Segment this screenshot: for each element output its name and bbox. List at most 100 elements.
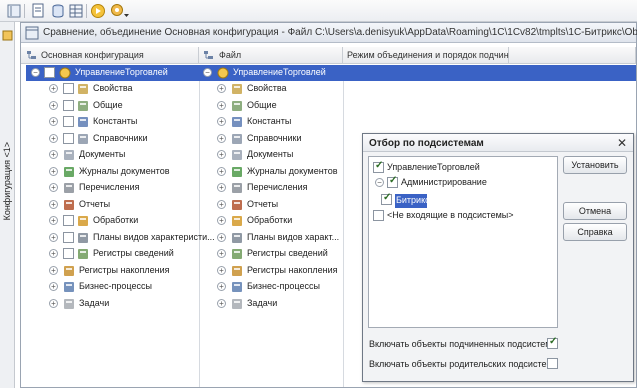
tree-root-right[interactable]: − УправлениеТорговлей	[203, 65, 343, 81]
properties-icon	[77, 83, 89, 95]
expand-icon[interactable]: +	[217, 232, 226, 242]
help-button[interactable]: Справка	[563, 223, 627, 241]
tree-item-label: Общие	[247, 99, 277, 110]
expand-icon[interactable]: +	[49, 216, 58, 225]
tree-row[interactable]: + Перечисления	[49, 180, 189, 196]
reports-icon	[63, 199, 75, 211]
item-checkbox[interactable]	[63, 215, 74, 226]
tree-item-label: Отчеты	[79, 198, 111, 209]
tree-row[interactable]: + Перечисления	[217, 180, 357, 196]
item-checkbox[interactable]	[63, 83, 74, 94]
expand-icon[interactable]: +	[217, 100, 226, 110]
item-checkbox[interactable]	[63, 248, 74, 259]
expand-icon[interactable]: +	[217, 265, 226, 275]
include-parent-checkbox[interactable]	[547, 358, 558, 369]
include-subordinate-checkbox[interactable]	[547, 336, 558, 349]
set-button[interactable]: Установить	[563, 156, 627, 174]
collapse-icon[interactable]: −	[375, 178, 384, 187]
tree-row[interactable]: + Свойства	[217, 81, 357, 97]
root-checkbox[interactable]	[44, 67, 55, 78]
tree-row[interactable]: + Планы видов характеристи...	[49, 230, 215, 246]
side-panel[interactable]: Конфигурация <1>	[0, 22, 15, 388]
expand-icon[interactable]: +	[217, 199, 226, 209]
expand-icon[interactable]: +	[49, 84, 58, 93]
tree-row[interactable]: + Задачи	[217, 296, 357, 312]
expand-icon[interactable]: +	[217, 183, 226, 192]
document-icon[interactable]	[30, 3, 46, 19]
collapse-icon[interactable]: −	[31, 68, 40, 77]
expand-icon[interactable]: +	[217, 249, 226, 258]
tree-row[interactable]: + Константы	[217, 114, 357, 130]
tree-row[interactable]: + Журналы документов	[49, 164, 189, 180]
tree-root-left[interactable]: − УправлениеТорговлей	[31, 65, 201, 81]
expand-icon[interactable]: +	[49, 265, 58, 275]
column-header-merge[interactable]: Режим объединения и порядок подчин...	[343, 47, 516, 64]
expand-icon[interactable]: +	[49, 183, 58, 192]
expand-icon[interactable]: +	[217, 117, 226, 126]
compare-window: Сравнение, объединение Основная конфигур…	[20, 22, 637, 388]
panel-icon[interactable]	[6, 3, 22, 19]
tree-row[interactable]: + Регистры накопления	[49, 263, 189, 279]
item-checkbox[interactable]	[63, 116, 74, 127]
expand-icon[interactable]: +	[49, 199, 58, 209]
cancel-button[interactable]: Отмена	[563, 202, 627, 220]
tree-row[interactable]: + Свойства	[49, 81, 189, 97]
expand-icon[interactable]: +	[217, 166, 226, 176]
expand-icon[interactable]: +	[49, 117, 58, 126]
tree-item-label: Регистры сведений	[247, 248, 328, 258]
tree-row[interactable]: + Регистры сведений	[217, 246, 357, 262]
expand-icon[interactable]: +	[217, 216, 226, 225]
tree-row[interactable]: + Бизнес-процессы	[217, 279, 357, 295]
accum-registers-icon	[63, 265, 75, 277]
tree-row[interactable]: + Обработки	[49, 213, 189, 229]
database-icon[interactable]	[50, 3, 66, 19]
tree-row[interactable]: + Задачи	[49, 296, 189, 312]
subsystem-tree[interactable]: УправлениеТорговлей − Администрирование …	[368, 156, 558, 328]
expand-icon[interactable]: +	[217, 282, 226, 291]
close-icon[interactable]: ✕	[617, 136, 627, 150]
expand-icon[interactable]: +	[49, 282, 58, 291]
expand-icon[interactable]: +	[49, 100, 58, 110]
expand-icon[interactable]: +	[49, 166, 58, 176]
expand-icon[interactable]: +	[49, 249, 58, 258]
tree-row[interactable]: + Отчеты	[217, 197, 357, 213]
tree-row[interactable]: + Общие	[217, 98, 357, 114]
tree-row[interactable]: + Планы видов характ...	[217, 230, 357, 246]
expand-icon[interactable]: +	[217, 84, 226, 93]
expand-icon[interactable]: +	[49, 133, 58, 143]
subsystem-admin-checkbox[interactable]	[387, 175, 398, 188]
tree-row[interactable]: + Обработки	[217, 213, 357, 229]
grid-icon[interactable]	[68, 3, 84, 19]
chart-types-icon	[231, 232, 243, 244]
subsystem-root-checkbox[interactable]	[373, 160, 384, 173]
subsystem-bitrix-checkbox[interactable]	[381, 192, 392, 205]
expand-icon[interactable]: +	[49, 298, 58, 308]
item-checkbox[interactable]	[63, 132, 74, 144]
run-icon[interactable]	[90, 3, 106, 19]
expand-icon[interactable]: +	[217, 150, 226, 159]
subsystem-none-label: <Не входящие в подсистемы>	[387, 210, 514, 220]
tree-row[interactable]: + Общие	[49, 98, 189, 114]
subsystem-none-checkbox[interactable]	[373, 210, 384, 221]
column-header-main[interactable]: Основная конфигурация	[21, 47, 199, 64]
subsystem-filter-dialog: Отбор по подсистемам ✕ УправлениеТорговл…	[362, 133, 634, 382]
expand-icon[interactable]: +	[217, 298, 226, 308]
tree-row[interactable]: + Регистры накопления	[217, 263, 357, 279]
item-checkbox[interactable]	[63, 231, 74, 243]
expand-icon[interactable]: +	[49, 150, 58, 159]
tree-row[interactable]: + Справочники	[49, 131, 189, 147]
tree-row[interactable]: + Константы	[49, 114, 189, 130]
expand-icon[interactable]: +	[217, 133, 226, 143]
expand-icon[interactable]: +	[49, 232, 58, 242]
tree-row[interactable]: + Отчеты	[49, 197, 189, 213]
collapse-icon[interactable]: −	[203, 68, 212, 77]
tree-row[interactable]: + Справочники	[217, 131, 357, 147]
item-checkbox[interactable]	[63, 99, 74, 111]
tree-row[interactable]: + Регистры сведений	[49, 246, 189, 262]
tree-row[interactable]: + Документы	[49, 147, 189, 163]
tree-row[interactable]: + Журналы документов	[217, 164, 357, 180]
column-header-file[interactable]: Файл	[199, 47, 343, 64]
tree-row[interactable]: + Бизнес-процессы	[49, 279, 189, 295]
settings-dropdown-icon[interactable]	[110, 3, 129, 19]
tree-row[interactable]: + Документы	[217, 147, 357, 163]
